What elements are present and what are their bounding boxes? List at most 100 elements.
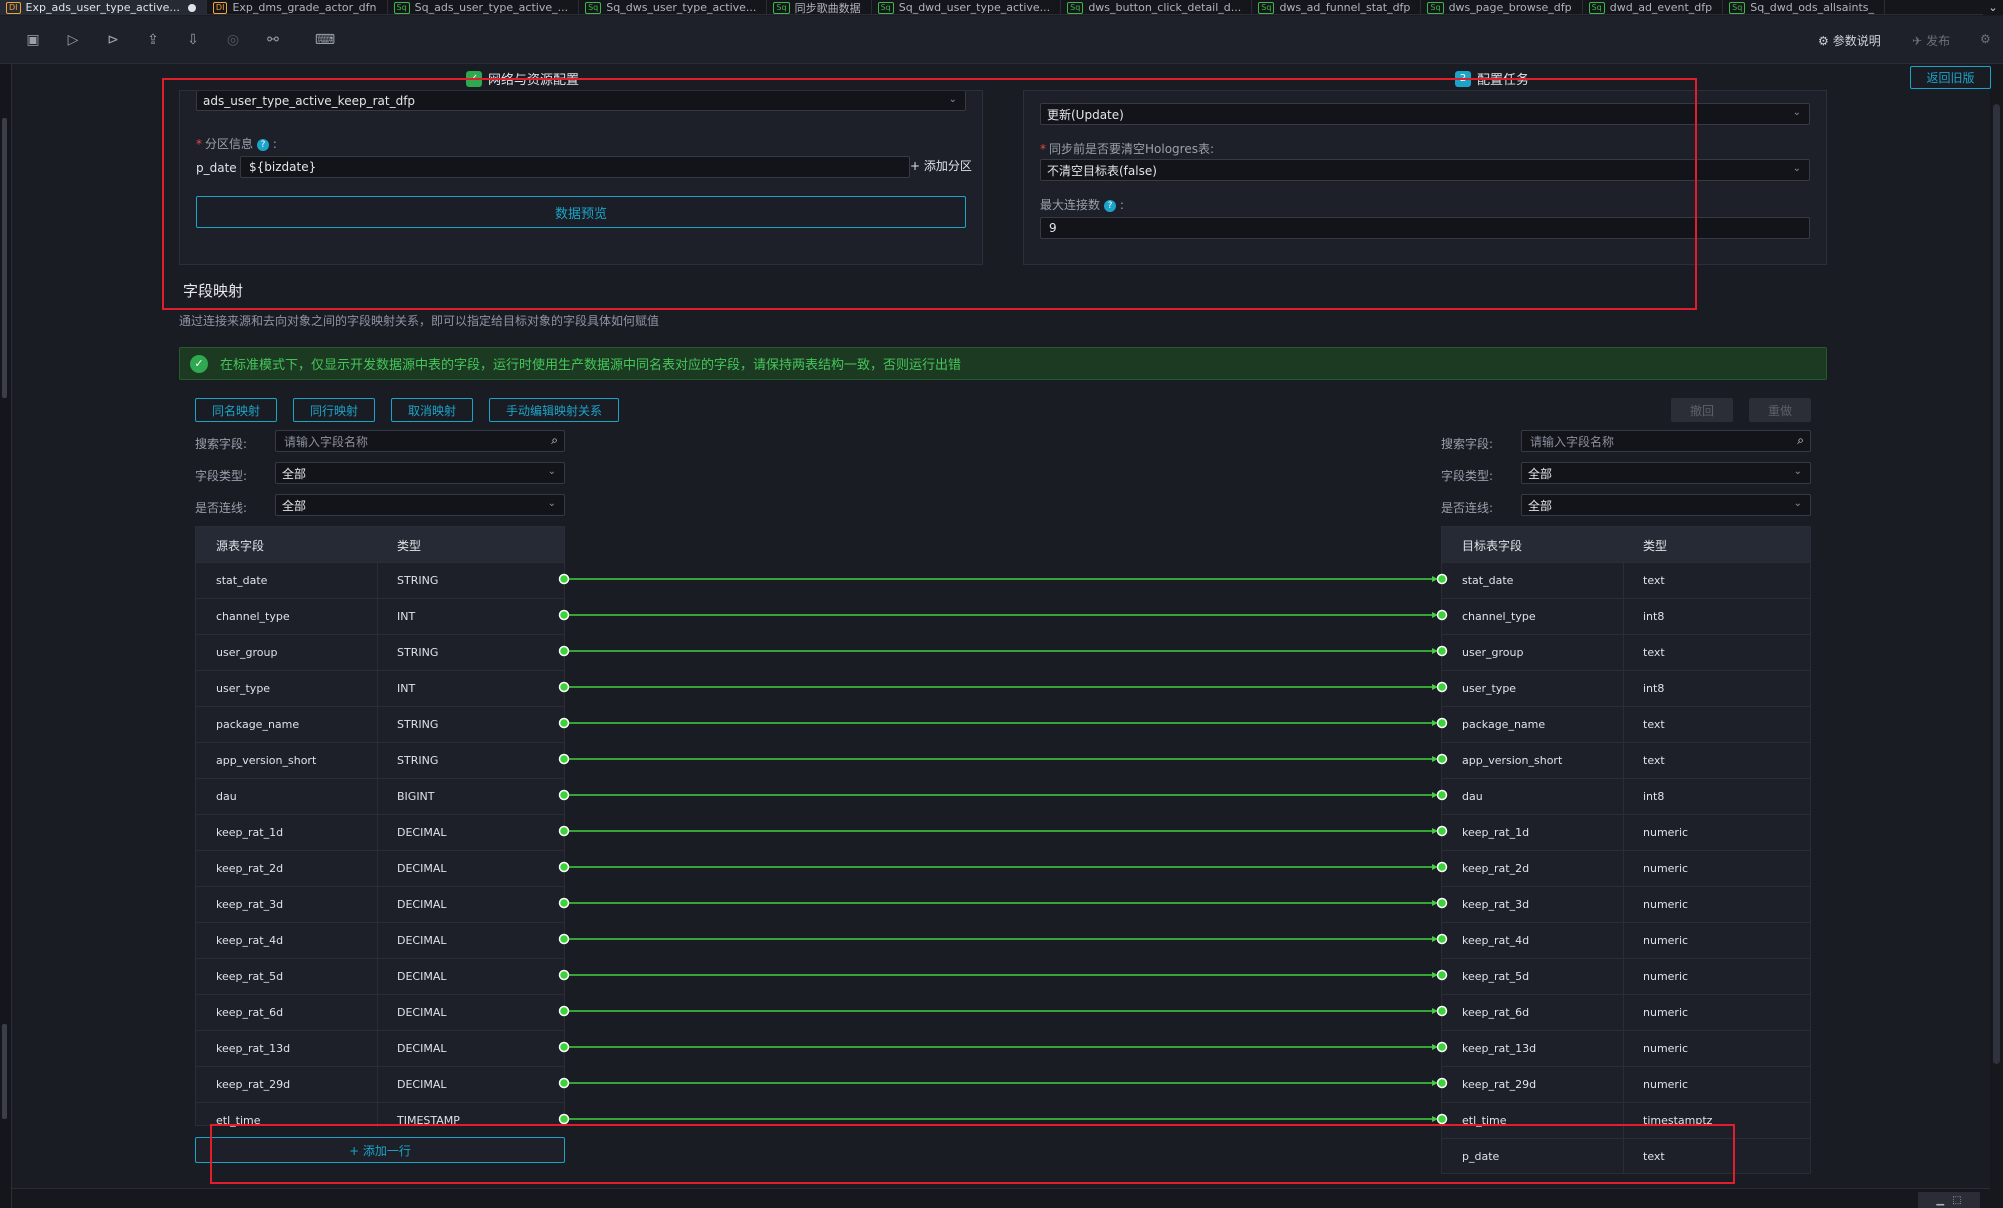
toolbar: ▣ ▷ ⊳ ⇪ ⇩ ◎ ⚯ ⌨ ⚙ 参数说明 ✈ 发布 ⚙ (0, 16, 2003, 64)
table-row[interactable]: keep_rat_1d DECIMAL (196, 814, 564, 850)
tab-overflow-chevron-icon[interactable]: ⌄ (1983, 0, 2003, 15)
table-row[interactable]: keep_rat_3d numeric (1442, 886, 1810, 922)
publish-button[interactable]: ✈ 发布 (1912, 32, 1950, 49)
search-icon[interactable]: ⌕ (551, 433, 558, 448)
table-row[interactable]: etl_time timestamptz (1442, 1102, 1810, 1138)
search-icon[interactable]: ⌕ (1797, 433, 1804, 448)
manual-edit-mapping-button[interactable]: 手动编辑映射关系 (489, 398, 619, 422)
field-mapping-title: 字段映射 (183, 282, 244, 300)
table-row[interactable]: p_date text (1442, 1138, 1810, 1174)
table-row[interactable]: user_group STRING (196, 634, 564, 670)
source-connected-select[interactable]: 全部 ⌄ (275, 494, 565, 516)
run-with-params-icon[interactable]: ⊳ (104, 31, 122, 49)
source-type-select[interactable]: 全部 ⌄ (275, 462, 565, 484)
table-row[interactable]: dau int8 (1442, 778, 1810, 814)
target-type-select[interactable]: 全部 ⌄ (1521, 462, 1811, 484)
mapping-arrow (1432, 612, 1438, 618)
field-name: keep_rat_5d (216, 970, 284, 983)
table-row[interactable]: keep_rat_5d DECIMAL (196, 958, 564, 994)
editor-tab[interactable]: DI Exp_ads_user_type_active... (0, 0, 207, 14)
table-row[interactable]: keep_rat_2d numeric (1442, 850, 1810, 886)
target-connected-select[interactable]: 全部 ⌄ (1521, 494, 1811, 516)
table-row[interactable]: keep_rat_6d numeric (1442, 994, 1810, 1030)
sliders-icon: ⚙ (1818, 33, 1829, 48)
help-icon[interactable]: ? (1104, 199, 1117, 212)
table-row[interactable]: user_type INT (196, 670, 564, 706)
editor-tab[interactable]: Sq 同步歌曲数据 (767, 0, 872, 14)
add-partition-link[interactable]: + 添加分区 (910, 157, 972, 174)
search-placeholder: 请输入字段名称 (1530, 434, 1615, 449)
bottom-panel-controls[interactable]: ▁ ⬚ (1918, 1192, 1980, 1208)
add-row-button[interactable]: + 添加一行 (195, 1137, 565, 1163)
table-row[interactable]: app_version_short text (1442, 742, 1810, 778)
redo-button[interactable]: 重做 (1749, 398, 1811, 422)
table-row[interactable]: stat_date STRING (196, 562, 564, 598)
left-scroll-thumb-2[interactable] (2, 1024, 7, 1119)
table-row[interactable]: user_type int8 (1442, 670, 1810, 706)
param-help-button[interactable]: ⚙ 参数说明 (1818, 32, 1881, 49)
scroll-thumb[interactable] (1993, 104, 2000, 1064)
table-row[interactable]: user_group text (1442, 634, 1810, 670)
table-row[interactable]: keep_rat_4d DECIMAL (196, 922, 564, 958)
editor-tab[interactable]: Sq Sq_ads_user_type_active_... (388, 0, 580, 14)
editor-tab[interactable]: Sq Sq_dws_user_type_active... (579, 0, 768, 14)
table-row[interactable]: package_name text (1442, 706, 1810, 742)
table-row[interactable]: package_name STRING (196, 706, 564, 742)
table-row[interactable]: keep_rat_4d numeric (1442, 922, 1810, 958)
back-to-old-version-button[interactable]: 返回旧版 (1910, 66, 1991, 89)
expand-icon[interactable]: ⬚ (1952, 1195, 1961, 1206)
table-row[interactable]: keep_rat_6d DECIMAL (196, 994, 564, 1030)
vertical-scrollbar[interactable] (1990, 64, 2003, 1208)
table-row[interactable]: keep_rat_5d numeric (1442, 958, 1810, 994)
source-search-input[interactable]: 请输入字段名称 ⌕ (275, 430, 565, 452)
editor-tab[interactable]: Sq Sq_dwd_ods_allsaints_ (1723, 0, 1886, 14)
max-connections-input[interactable]: 9 (1040, 217, 1810, 239)
table-row[interactable]: dau BIGINT (196, 778, 564, 814)
data-preview-button[interactable]: 数据预览 (196, 196, 966, 228)
table-row[interactable]: channel_type int8 (1442, 598, 1810, 634)
help-icon[interactable]: ? (257, 138, 270, 151)
table-row[interactable]: keep_rat_2d DECIMAL (196, 850, 564, 886)
code-mode-icon[interactable]: ⌨ (315, 31, 335, 49)
clear-table-select[interactable]: 不清空目标表(false) ⌄ (1040, 159, 1810, 181)
table-row[interactable]: keep_rat_29d DECIMAL (196, 1066, 564, 1102)
unsaved-dot-icon[interactable] (187, 3, 196, 12)
more-settings-icon[interactable]: ⚙ (1980, 32, 1991, 46)
table-row[interactable]: stat_date text (1442, 562, 1810, 598)
cancel-mapping-button[interactable]: 取消映射 (391, 398, 473, 422)
table-row[interactable]: channel_type INT (196, 598, 564, 634)
table-row[interactable]: keep_rat_1d numeric (1442, 814, 1810, 850)
deploy-icon[interactable]: ⇩ (184, 31, 202, 49)
editor-tab[interactable]: Sq dws_page_browse_dfp (1421, 0, 1583, 14)
undo-button[interactable]: 撤回 (1671, 398, 1733, 422)
editor-tab[interactable]: DI Exp_dms_grade_actor_dfn (207, 0, 388, 14)
left-scroll-thumb[interactable] (2, 118, 7, 398)
same-name-mapping-button[interactable]: 同名映射 (195, 398, 277, 422)
step-configure-task[interactable]: 2 配置任务 (1455, 69, 1529, 88)
source-table-select[interactable]: ads_user_type_active_keep_rat_dfp ⌄ (196, 91, 966, 111)
step-network-resource[interactable]: ✓ 网络与资源配置 (466, 69, 579, 88)
table-row[interactable]: app_version_short STRING (196, 742, 564, 778)
step-done-icon: ✓ (466, 70, 482, 87)
same-row-mapping-button[interactable]: 同行映射 (293, 398, 375, 422)
stop-icon[interactable]: ◎ (224, 31, 242, 49)
editor-tab[interactable]: Sq dws_ad_funnel_stat_dfp (1252, 0, 1422, 14)
mapping-arrow (1432, 648, 1438, 654)
run-icon[interactable]: ▷ (64, 31, 82, 49)
submit-icon[interactable]: ⇪ (144, 31, 162, 49)
editor-tab[interactable]: Sq dwd_ad_event_dfp (1583, 0, 1724, 14)
partition-value-input[interactable]: ${bizdate} (240, 156, 910, 178)
tab-label: dws_button_click_detail_d... (1088, 1, 1242, 14)
table-row[interactable]: keep_rat_13d numeric (1442, 1030, 1810, 1066)
save-icon[interactable]: ▣ (24, 31, 42, 49)
target-search-input[interactable]: 请输入字段名称 ⌕ (1521, 430, 1811, 452)
table-row[interactable]: etl_time TIMESTAMP (196, 1102, 564, 1138)
dependency-graph-icon[interactable]: ⚯ (264, 31, 282, 49)
table-row[interactable]: keep_rat_13d DECIMAL (196, 1030, 564, 1066)
editor-tab[interactable]: Sq Sq_dwd_user_type_active... (872, 0, 1062, 14)
table-row[interactable]: keep_rat_3d DECIMAL (196, 886, 564, 922)
write-mode-select[interactable]: 更新(Update) ⌄ (1040, 103, 1810, 125)
table-row[interactable]: keep_rat_29d numeric (1442, 1066, 1810, 1102)
minimize-icon[interactable]: ▁ (1936, 1195, 1944, 1206)
editor-tab[interactable]: Sq dws_button_click_detail_d... (1061, 0, 1253, 14)
